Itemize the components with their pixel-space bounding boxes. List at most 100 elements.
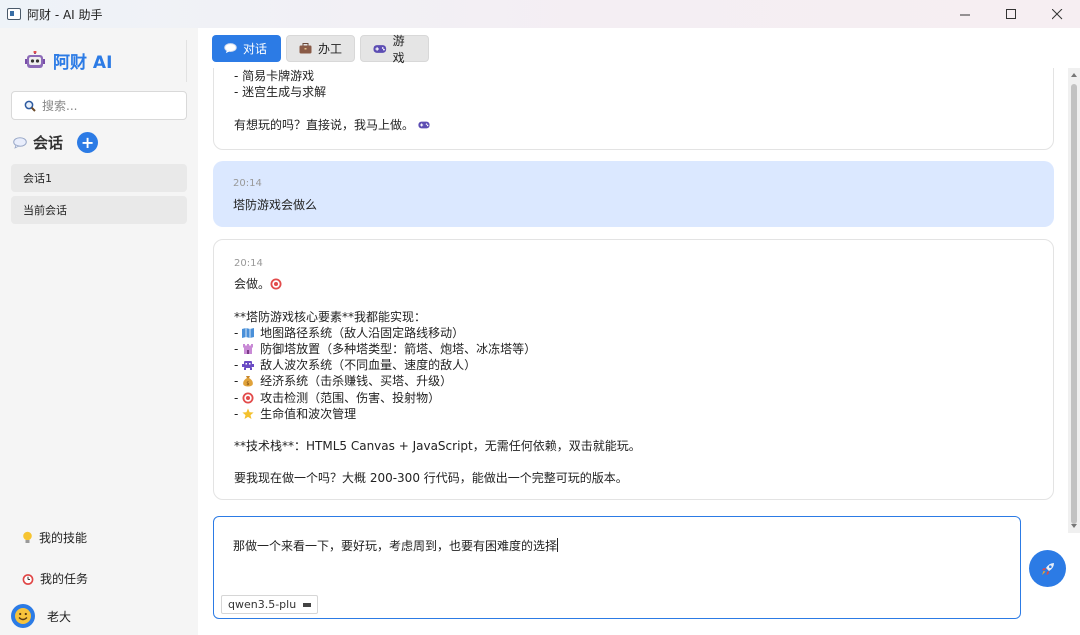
tab-chat[interactable]: 对话 [212,35,281,62]
message-line: **塔防游戏核心要素**我都能实现： [234,309,427,324]
user-profile[interactable]: 老大 [11,604,71,628]
speech-bubble-icon [13,136,27,149]
list-item: - 防御塔放置（多种塔类型：箭塔、炮塔、冰冻塔等） [234,341,1033,357]
window-title: 阿财 - AI 助手 [27,7,103,22]
maximize-button[interactable] [988,0,1034,28]
ai-message: - 简易卡牌游戏 - 迷宫生成与求解 有想玩的吗？直接说，我马上做。 [213,68,1054,150]
alarm-clock-icon [22,573,34,585]
list-item: - 生命值和波次管理 [234,406,1033,422]
model-select-value: qwen3.5-plu [228,598,297,611]
chat-scrollbar[interactable] [1068,68,1080,533]
list-bullet: - [234,406,243,421]
robot-icon [25,50,45,68]
list-bullet: - [234,390,243,405]
monster-icon [242,361,255,371]
list-bullet: - [234,358,243,373]
scroll-up-icon[interactable] [1070,71,1078,79]
text-caret [557,538,559,552]
main-panel: 对话 办工 游戏 - 简易卡牌游戏 - 迷宫生成与求解 有想玩的吗？直接说，我马… [198,28,1080,635]
map-icon [242,327,255,338]
list-bullet: - [234,341,243,356]
message-line: **技术栈**：HTML5 Canvas + JavaScript，无需任何依赖… [234,439,641,454]
list-item: - $ 经济系统（击杀赚钱、买塔、升级） [234,373,1033,389]
gamepad-icon [418,121,430,128]
message-input[interactable]: 那做一个来看一下，要好玩，考虑周到，也要有困难度的选择 [233,537,559,554]
message-line [234,100,1033,116]
maximize-icon [1005,8,1016,19]
search-input[interactable] [42,98,182,113]
message-line: 要我现在做一个吗？大概 200-300 行代码，能做出一个完整可玩的版本。 [234,471,628,486]
my-skills-label: 我的技能 [39,531,88,545]
my-skills-link[interactable]: 我的技能 [22,529,87,546]
message-line [234,454,1033,470]
my-tasks-link[interactable]: 我的任务 [22,570,88,587]
scroll-thumb[interactable] [1071,84,1077,524]
message-time: 20:14 [234,258,263,269]
send-button[interactable] [1029,550,1066,587]
minimize-icon [959,14,970,15]
message-line: - 简易卡牌游戏 [234,69,315,83]
message-line: - 迷宫生成与求解 [234,85,327,100]
message-input-text: 那做一个来看一下，要好玩，考虑周到，也要有困难度的选择 [233,539,558,553]
conversations-header: 会话 + [13,132,99,153]
minimize-button[interactable] [942,0,988,28]
search-box[interactable] [11,91,187,120]
tab-games[interactable]: 游戏 [360,34,429,65]
list-item: - 敌人波次系统（不同血量、速度的敌人） [234,357,1033,373]
message-line [234,292,1033,308]
scroll-down-icon[interactable] [1070,522,1078,530]
list-text: 生命值和波次管理 [260,406,357,421]
list-text: 防御塔放置（多种塔类型：箭塔、炮塔、冰冻塔等） [260,341,537,356]
add-conversation-button[interactable]: + [77,132,99,153]
star-icon [242,408,254,419]
gamepad-icon [373,44,387,53]
castle-icon [243,343,254,354]
conversation-item[interactable]: 当前会话 [11,196,187,224]
message-input-box[interactable]: 那做一个来看一下，要好玩，考虑周到，也要有困难度的选择 qwen3.5-plu [213,516,1021,619]
money-bag-icon: $ [243,376,254,387]
list-item: - 攻击检测（范围、伤害、投射物） [234,390,1033,406]
conversation-item[interactable]: 会话1 [11,164,187,192]
target-icon [270,278,282,290]
message-line: 有想玩的吗？直接说，我马上做。 [234,117,1033,133]
divider [186,40,187,82]
user-name: 老大 [47,609,72,624]
search-icon [24,100,36,112]
message-line [234,422,1033,438]
title-bar: 阿财 - AI 助手 [0,0,1080,28]
avatar [11,604,35,628]
rocket-icon [1041,562,1054,575]
brand-title: 阿财 AI [53,53,113,73]
list-bullet: - [234,374,243,389]
speech-bubble-icon [224,43,237,54]
tab-label: 对话 [243,42,268,56]
message-time: 20:14 [233,178,262,189]
chat-messages: - 简易卡牌游戏 - 迷宫生成与求解 有想玩的吗？直接说，我马上做。 20:14… [198,68,1068,533]
ai-message: 20:14 会做。 **塔防游戏核心要素**我都能实现： - 地图路径系统（敌人… [213,239,1054,500]
target-icon [242,392,254,404]
my-tasks-label: 我的任务 [40,572,89,586]
message-text: 会做。 [234,277,271,292]
model-select[interactable]: qwen3.5-plu [221,595,319,614]
lightbulb-icon [23,531,32,543]
list-bullet: - [234,325,243,340]
brand: 阿财 AI [25,48,112,73]
message-line: 会做。 [234,276,1033,292]
close-button[interactable] [1034,0,1080,28]
sidebar: 阿财 AI 会话 + 会话1 当前会话 我的技能 我的任务 [0,28,198,635]
tab-label: 游戏 [392,33,405,65]
list-text: 敌人波次系统（不同血量、速度的敌人） [260,358,477,373]
window-controls [942,0,1080,28]
tab-office[interactable]: 办工 [286,35,355,62]
conversations-title: 会话 [33,134,64,152]
list-item: - 地图路径系统（敌人沿固定路线移动） [234,325,1033,341]
close-icon [1051,8,1062,19]
list-text: 地图路径系统（敌人沿固定路线移动） [260,325,465,340]
tab-label: 办工 [318,42,343,56]
app-icon [7,8,21,20]
user-message: 20:14 塔防游戏会做么 [213,161,1054,227]
message-text: 有想玩的吗？直接说，我马上做。 [234,117,415,132]
list-text: 攻击检测（范围、伤害、投射物） [260,390,441,405]
smiley-icon [15,608,31,624]
list-text: 经济系统（击杀赚钱、买塔、升级） [260,374,453,389]
